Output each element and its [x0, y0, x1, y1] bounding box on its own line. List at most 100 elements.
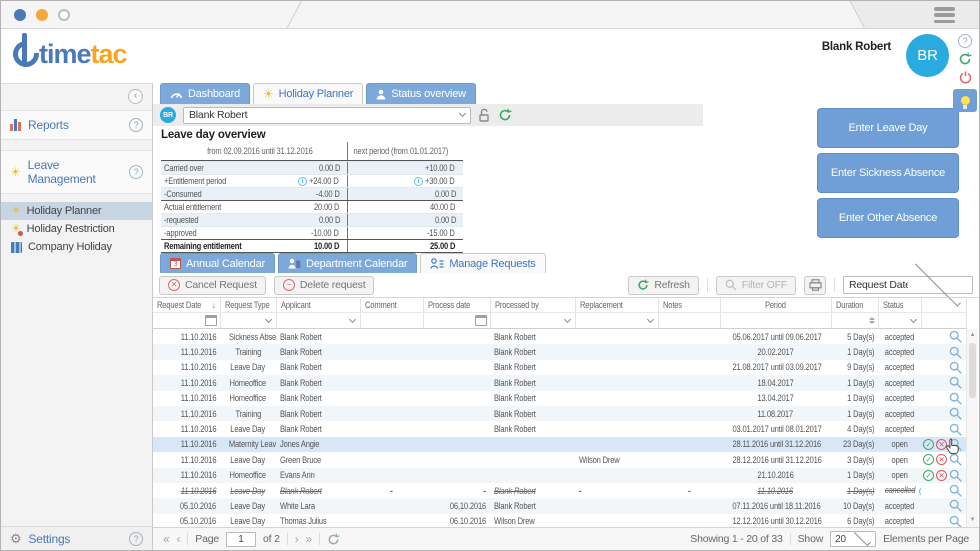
cancel-request-button[interactable]: ✕ Cancel Request [159, 275, 266, 295]
sidebar-collapse-icon[interactable]: ‹ [128, 89, 143, 104]
sidebar-item-settings[interactable]: ⚙ Settings ? [1, 526, 152, 550]
tab-manage-requests[interactable]: Manage Requests [420, 253, 546, 273]
filter-request-date[interactable] [153, 312, 221, 329]
column-header-processed-by[interactable]: Processed by [490, 298, 576, 313]
filter-replacement[interactable] [575, 312, 659, 329]
approve-request-icon[interactable]: ✓ [923, 438, 934, 450]
filter-period[interactable] [720, 312, 832, 329]
view-details-icon[interactable] [949, 484, 962, 497]
reload-list-icon[interactable] [327, 533, 340, 546]
filter-process-date[interactable] [423, 312, 491, 329]
tab-department-calendar[interactable]: Department Calendar [277, 253, 418, 273]
tab-holiday-planner[interactable]: ☀ Holiday Planner [253, 83, 364, 104]
chevron-down-icon[interactable] [909, 315, 917, 323]
view-details-icon[interactable] [949, 407, 962, 420]
page-size-dropdown[interactable]: 20 [830, 529, 877, 547]
reject-request-icon[interactable]: ✕ [936, 454, 947, 466]
table-row[interactable]: 11.10.2016 Leave Day Blank Robert Blank Rob… [153, 360, 966, 375]
view-details-icon[interactable] [949, 346, 962, 359]
tab-annual-calendar[interactable]: 3 Annual Calendar [160, 253, 275, 273]
filter-notes[interactable] [658, 312, 721, 329]
sort-order-dropdown[interactable]: Request Date, Request Type [843, 260, 973, 307]
scroll-down-icon[interactable]: ▼ [967, 515, 978, 526]
filter-request-type[interactable] [220, 312, 277, 329]
window-control-minimize[interactable] [36, 9, 48, 21]
first-page-icon[interactable]: « [163, 533, 170, 545]
view-details-icon[interactable] [949, 392, 962, 405]
calendar-icon[interactable] [474, 315, 487, 326]
previous-page-icon[interactable]: ‹ [176, 533, 180, 545]
chevron-down-icon[interactable] [646, 315, 654, 323]
table-row[interactable]: 11.10.2016 Leave Day Green Bruce Wilson Dre… [153, 452, 966, 467]
view-details-icon[interactable] [949, 376, 962, 390]
enter-sickness-absence-button[interactable]: Enter Sickness Absence [817, 153, 959, 193]
reject-request-icon[interactable]: ✕ [936, 438, 947, 450]
table-row[interactable]: 11.10.2016 Leave Day Blank Robert Blank Rob… [153, 421, 966, 436]
power-icon[interactable] [955, 69, 975, 85]
scroll-up-icon[interactable]: ▲ [967, 330, 978, 341]
menu-icon[interactable] [934, 7, 955, 26]
info-icon[interactable]: i [919, 487, 921, 497]
page-number-input[interactable] [226, 531, 257, 547]
sidebar-section-reports[interactable]: Reports ? [1, 110, 152, 140]
lightbulb-icon[interactable] [953, 89, 977, 112]
column-header-notes[interactable]: Notes [658, 298, 721, 313]
column-header-replacement[interactable]: Replacement [575, 298, 659, 313]
user-avatar[interactable]: BR [906, 34, 949, 77]
last-page-icon[interactable]: » [306, 533, 313, 545]
table-row[interactable]: 11.10.2016 Homeoffice Blank Robert Blank Ro… [153, 375, 966, 391]
column-header-request-date[interactable]: Request Date ↓ [153, 298, 221, 313]
unlock-icon[interactable] [478, 108, 491, 122]
number-spinner-icon[interactable] [868, 317, 875, 324]
window-control-close[interactable] [14, 9, 26, 21]
filter-comment[interactable] [360, 312, 424, 329]
refresh-button[interactable]: Refresh [628, 275, 699, 295]
window-control-maximize[interactable] [58, 9, 70, 21]
filter-duration[interactable] [831, 312, 879, 329]
info-icon[interactable]: i [297, 176, 307, 186]
column-header-applicant[interactable]: Applicant [276, 298, 361, 313]
column-header-period[interactable]: Period [720, 298, 832, 313]
column-header-status[interactable]: Status [878, 298, 922, 313]
table-row[interactable]: 11.10.2016 Homeoffice Blank Robert Blank Ro… [153, 391, 966, 406]
sidebar-item-company-holiday[interactable]: Company Holiday [1, 238, 152, 256]
view-details-icon[interactable] [949, 330, 962, 343]
refresh-user-icon[interactable] [498, 108, 512, 122]
enter-leave-day-button[interactable]: Enter Leave Day [817, 108, 959, 148]
column-header-request-type[interactable]: Request Type [220, 298, 277, 313]
help-icon[interactable]: ? [955, 33, 975, 49]
table-row[interactable]: 11.10.2016 Leave Day Blank Robert - - Blank R… [153, 483, 966, 498]
table-row[interactable]: 11.10.2016 Maternity Leave Jones Angie 28.1… [153, 436, 966, 453]
print-button[interactable] [804, 275, 826, 295]
view-details-icon[interactable] [949, 499, 962, 513]
view-details-icon[interactable] [949, 438, 962, 451]
delete-request-button[interactable]: − Delete request [273, 275, 375, 295]
help-icon[interactable]: ? [129, 118, 143, 132]
table-row[interactable]: 05.10.2016 Leave Day White Lara 06.10.2016 B… [153, 498, 966, 514]
chevron-down-icon[interactable] [348, 315, 356, 323]
calendar-icon[interactable] [204, 315, 217, 326]
filter-applicant[interactable] [276, 312, 361, 329]
chevron-down-icon[interactable] [563, 315, 571, 323]
approve-request-icon[interactable]: ✓ [923, 469, 934, 481]
reject-request-icon[interactable]: ✕ [936, 469, 947, 481]
view-details-icon[interactable] [949, 453, 962, 467]
chevron-down-icon[interactable] [264, 315, 272, 323]
view-details-icon[interactable] [949, 423, 962, 436]
sidebar-section-leave-management[interactable]: ☀ Leave Management ? [1, 150, 152, 194]
filter-processed-by[interactable] [490, 312, 576, 329]
sidebar-item-holiday-restriction[interactable]: ☀ Holiday Restriction [1, 220, 152, 238]
view-details-icon[interactable] [949, 469, 962, 482]
view-details-icon[interactable] [949, 515, 962, 528]
table-row[interactable]: 11.10.2016 Training Blank Robert Blank Robe… [153, 344, 966, 360]
table-row[interactable]: 11.10.2016 Training Blank Robert Blank Robe… [153, 405, 966, 422]
tab-dashboard[interactable]: Dashboard [160, 83, 251, 104]
enter-other-absence-button[interactable]: Enter Other Absence [817, 198, 959, 238]
user-select-dropdown[interactable]: Blank Robert [183, 106, 471, 124]
sidebar-item-holiday-planner[interactable]: ☀ Holiday Planner [1, 202, 152, 220]
column-header-comment[interactable]: Comment [360, 298, 424, 313]
approve-request-icon[interactable]: ✓ [923, 454, 934, 466]
filter-status[interactable] [878, 312, 922, 329]
view-details-icon[interactable] [949, 361, 962, 374]
column-header-process-date[interactable]: Process date [423, 298, 491, 313]
